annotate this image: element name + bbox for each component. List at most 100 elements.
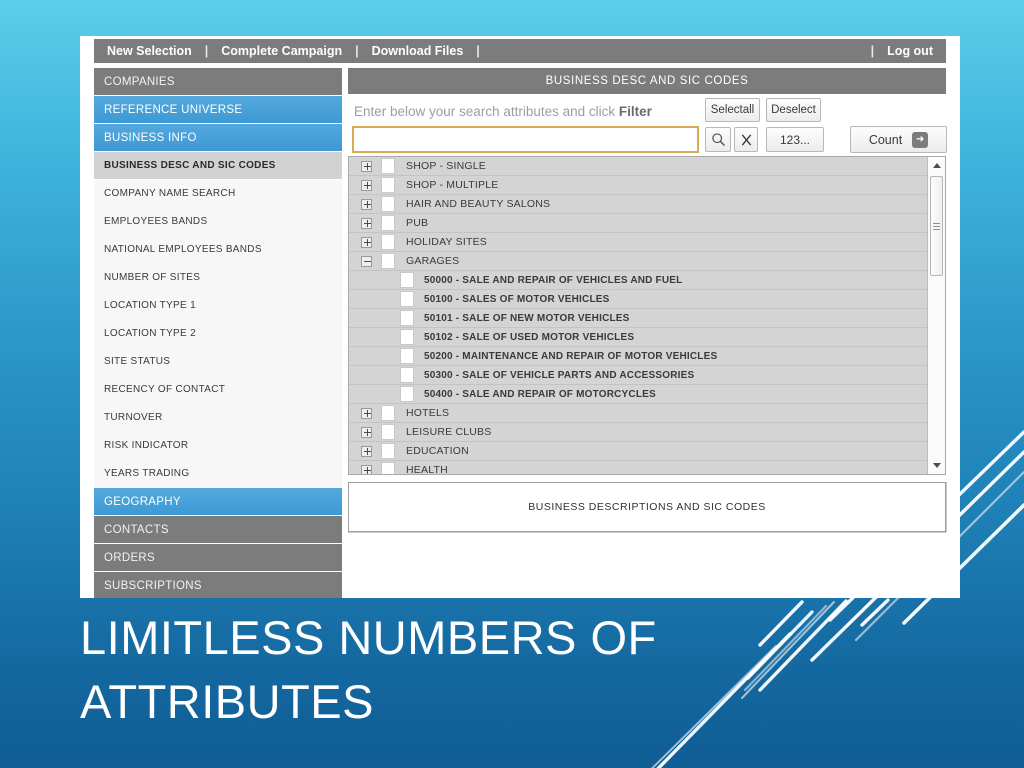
tree-checkbox[interactable]	[381, 405, 395, 421]
tree-row[interactable]: HAIR AND BEAUTY SALONS	[349, 195, 927, 214]
tree-row[interactable]: SHOP - SINGLE	[349, 157, 927, 176]
tree-row[interactable]: 50400 - SALE AND REPAIR OF MOTORCYCLES	[349, 385, 927, 404]
clear-filter-button[interactable]	[734, 127, 758, 152]
tree-row[interactable]: 50000 - SALE AND REPAIR OF VEHICLES AND …	[349, 271, 927, 290]
tree-checkbox[interactable]	[400, 291, 414, 307]
tree-checkbox[interactable]	[381, 253, 395, 269]
scroll-thumb[interactable]	[930, 176, 943, 276]
expand-plus-icon[interactable]	[361, 179, 372, 191]
tree-checkbox[interactable]	[400, 348, 414, 364]
slide-title: LIMITLESS NUMBERS OF ATTRIBUTES	[80, 611, 657, 728]
tree-checkbox[interactable]	[400, 310, 414, 326]
sidebar-item-business-info[interactable]: BUSINESS INFO	[94, 124, 342, 152]
tree-row[interactable]: 50300 - SALE OF VEHICLE PARTS AND ACCESS…	[349, 366, 927, 385]
search-icon-button[interactable]	[705, 127, 731, 152]
sidebar-item-employees-bands[interactable]: EMPLOYEES BANDS	[94, 208, 342, 236]
filter-hint-prefix: Enter below your search attributes and c…	[354, 104, 619, 119]
tree-checkbox[interactable]	[381, 234, 395, 250]
tree-row-label: 50102 - SALE OF USED MOTOR VEHICLES	[424, 331, 635, 343]
tree-checkbox[interactable]	[381, 443, 395, 459]
sidebar-item-company-name-search[interactable]: COMPANY NAME SEARCH	[94, 180, 342, 208]
tree-checkbox[interactable]	[381, 215, 395, 231]
sidebar-item-location-type-2[interactable]: LOCATION TYPE 2	[94, 320, 342, 348]
menu-separator: |	[476, 44, 480, 58]
tree-row[interactable]: LEISURE CLUBS	[349, 423, 927, 442]
sidebar-item-companies[interactable]: COMPANIES	[94, 68, 342, 96]
menu-item-new-selection[interactable]: New Selection	[94, 39, 205, 63]
tree-list: SHOP - SINGLE SHOP - MULTIPLE HAIR AND BEA…	[349, 157, 927, 474]
numeric-entry-button[interactable]: 123...	[766, 127, 824, 152]
tree-row[interactable]: HOTELS	[349, 404, 927, 423]
expand-plus-icon[interactable]	[361, 217, 372, 229]
tree-row-label: GARAGES	[406, 255, 460, 267]
sidebar-item-orders[interactable]: ORDERS	[94, 544, 342, 572]
tree-checkbox[interactable]	[381, 462, 395, 474]
expand-plus-icon[interactable]	[361, 198, 372, 210]
tree-row-label: EDUCATION	[406, 445, 469, 457]
sidebar-item-turnover[interactable]: TURNOVER	[94, 404, 342, 432]
filter-hint-bold: Filter	[618, 104, 652, 119]
sidebar-item-site-status[interactable]: SITE STATUS	[94, 348, 342, 376]
select-all-button[interactable]: Selectall	[705, 98, 760, 122]
tree-row-label: PUB	[406, 217, 429, 229]
sidebar-item-national-employees-bands[interactable]: NATIONAL EMPLOYEES BANDS	[94, 236, 342, 264]
tree-row-label: HAIR AND BEAUTY SALONS	[406, 198, 551, 210]
expand-plus-icon[interactable]	[361, 464, 372, 474]
tree-row[interactable]: PUB	[349, 214, 927, 233]
tree-checkbox[interactable]	[381, 177, 395, 193]
tree-scrollbar[interactable]	[927, 157, 945, 474]
tree-row[interactable]: 50200 - MAINTENANCE AND REPAIR OF MOTOR …	[349, 347, 927, 366]
menu-item-download-files[interactable]: Download Files	[359, 39, 477, 63]
tree-row[interactable]: SHOP - MULTIPLE	[349, 176, 927, 195]
sidebar-item-geography[interactable]: GEOGRAPHY	[94, 488, 342, 516]
sidebar-item-years-trading[interactable]: YEARS TRADING	[94, 460, 342, 488]
sidebar-item-recency-of-contact[interactable]: RECENCY OF CONTACT	[94, 376, 342, 404]
tree-checkbox[interactable]	[381, 196, 395, 212]
menu-item-log-out[interactable]: Log out	[874, 39, 946, 63]
tree-row-label: LEISURE CLUBS	[406, 426, 492, 438]
scroll-down-button[interactable]	[928, 457, 945, 474]
tree-checkbox[interactable]	[400, 272, 414, 288]
sidebar-item-contacts[interactable]: CONTACTS	[94, 516, 342, 544]
tree-checkbox[interactable]	[400, 329, 414, 345]
sidebar-item-location-type-1[interactable]: LOCATION TYPE 1	[94, 292, 342, 320]
count-button-label: Count	[868, 132, 903, 147]
filter-toolbar: Enter below your search attributes and c…	[348, 94, 947, 156]
search-icon	[711, 133, 725, 146]
tree-row[interactable]: HOLIDAY SITES	[349, 233, 927, 252]
sidebar-item-subscriptions[interactable]: SUBSCRIPTIONS	[94, 572, 342, 598]
tree-row-label: SHOP - MULTIPLE	[406, 179, 499, 191]
sidebar-navigation: COMPANIES REFERENCE UNIVERSE BUSINESS INFO…	[94, 68, 342, 598]
tree-checkbox[interactable]	[381, 158, 395, 174]
expand-plus-icon[interactable]	[361, 445, 372, 457]
search-input[interactable]	[352, 126, 699, 153]
tree-row-label: HOTELS	[406, 407, 450, 419]
tree-row[interactable]: HEALTH	[349, 461, 927, 474]
scroll-grip-icon	[933, 222, 940, 230]
tree-row[interactable]: 50101 - SALE OF NEW MOTOR VEHICLES	[349, 309, 927, 328]
tree-checkbox[interactable]	[400, 367, 414, 383]
menu-item-complete-campaign[interactable]: Complete Campaign	[208, 39, 355, 63]
scroll-up-button[interactable]	[928, 157, 945, 174]
sidebar-item-reference-universe[interactable]: REFERENCE UNIVERSE	[94, 96, 342, 124]
tree-row[interactable]: 50100 - SALES OF MOTOR VEHICLES	[349, 290, 927, 309]
tree-checkbox[interactable]	[400, 386, 414, 402]
tree-row-label: SHOP - SINGLE	[406, 160, 487, 172]
expand-plus-icon[interactable]	[361, 160, 372, 172]
sidebar-item-risk-indicator[interactable]: RISK INDICATOR	[94, 432, 342, 460]
tree-row-label: 50101 - SALE OF NEW MOTOR VEHICLES	[424, 312, 630, 324]
tree-row[interactable]: EDUCATION	[349, 442, 927, 461]
deselect-button[interactable]: Deselect	[766, 98, 821, 122]
expand-plus-icon[interactable]	[361, 236, 372, 248]
tree-checkbox[interactable]	[381, 424, 395, 440]
collapse-minus-icon[interactable]	[361, 255, 372, 267]
sidebar-item-number-of-sites[interactable]: NUMBER OF SITES	[94, 264, 342, 292]
content-panel: BUSINESS DESC AND SIC CODES Enter below …	[348, 68, 947, 594]
expand-plus-icon[interactable]	[361, 407, 372, 419]
expand-plus-icon[interactable]	[361, 426, 372, 438]
tree-row[interactable]: GARAGES	[349, 252, 927, 271]
tree-row[interactable]: 50102 - SALE OF USED MOTOR VEHICLES	[349, 328, 927, 347]
triangle-up-icon	[932, 163, 941, 168]
count-button[interactable]: Count ➜	[850, 126, 947, 153]
sidebar-item-business-desc-and-sic-codes[interactable]: BUSINESS DESC AND SIC CODES	[94, 152, 342, 180]
